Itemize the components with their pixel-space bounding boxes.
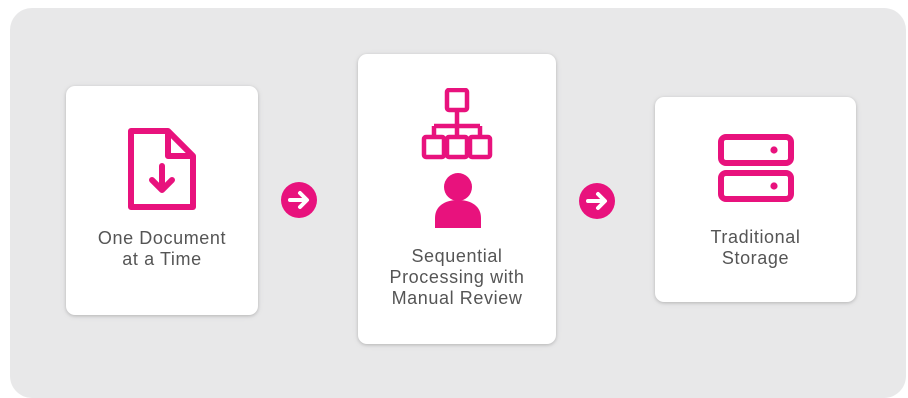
step-card-one-document: One Document at a Time [66, 86, 258, 315]
server-storage-icon [717, 134, 794, 202]
hierarchy-user-icon [421, 88, 493, 228]
arrow-right-circle-icon [579, 183, 615, 219]
document-download-icon [128, 128, 196, 210]
step-label: One Document at a Time [97, 228, 227, 269]
step-label: Traditional Storage [710, 227, 801, 268]
step-label: Sequential Processing with Manual Review [389, 246, 525, 308]
arrow-right-circle-icon [281, 182, 317, 218]
step-card-traditional-storage: Traditional Storage [655, 97, 856, 302]
step-card-sequential-processing: Sequential Processing with Manual Review [358, 54, 556, 344]
